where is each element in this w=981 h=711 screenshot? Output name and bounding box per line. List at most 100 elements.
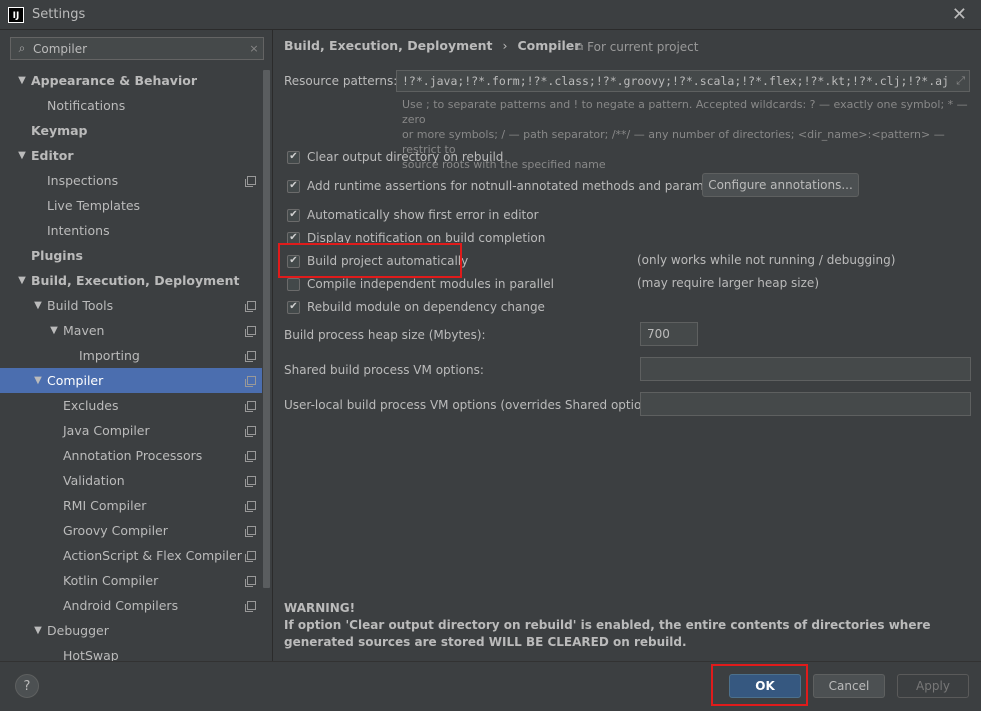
- tree-item-label: Inspections: [47, 173, 119, 188]
- tree-item[interactable]: Kotlin Compiler: [0, 568, 262, 593]
- expand-arrow-icon[interactable]: ▼: [16, 75, 28, 86]
- settings-search[interactable]: ⌕ ×: [10, 37, 264, 60]
- tree-item-label: Importing: [79, 348, 140, 363]
- compiler-settings-panel: Build, Execution, Deployment › Compiler …: [273, 30, 981, 661]
- tree-item[interactable]: Importing: [0, 343, 262, 368]
- expand-arrow-icon[interactable]: ▼: [32, 625, 44, 636]
- tree-item-label: Build, Execution, Deployment: [31, 273, 240, 288]
- add-assertions-checkbox[interactable]: ✔: [287, 179, 300, 193]
- tree-item[interactable]: Excludes: [0, 393, 262, 418]
- settings-tree: ▼ Appearance & Behavior Notifications Keyma…: [0, 68, 262, 661]
- compile-parallel-note: (may require larger heap size): [637, 276, 819, 290]
- expand-arrow-icon[interactable]: ▼: [16, 275, 28, 286]
- highlight-build-automatically: [278, 243, 462, 278]
- compile-parallel-checkbox[interactable]: [287, 277, 300, 291]
- tree-item[interactable]: ▼ Editor: [0, 143, 262, 168]
- add-assertions-option[interactable]: ✔ Add runtime assertions for notnull-ann…: [287, 177, 734, 195]
- close-icon[interactable]: ✕: [952, 4, 967, 25]
- tree-item[interactable]: Intentions: [0, 218, 262, 243]
- expand-arrow-icon[interactable]: ▼: [48, 325, 60, 336]
- sidebar-scrollbar-thumb[interactable]: [263, 70, 270, 588]
- help-button[interactable]: ?: [15, 674, 39, 698]
- project-settings-icon: [245, 351, 256, 362]
- dialog-button-bar: ? OK Cancel Apply: [0, 661, 981, 711]
- tree-item-label: Live Templates: [47, 198, 141, 213]
- clear-output-option[interactable]: ✔ Clear output directory on rebuild: [287, 148, 503, 166]
- search-input[interactable]: [33, 41, 245, 56]
- breadcrumb-parent[interactable]: Build, Execution, Deployment: [284, 38, 492, 53]
- tree-item-label: Excludes: [63, 398, 119, 413]
- expand-arrow-icon[interactable]: ▼: [32, 300, 44, 311]
- tree-item[interactable]: RMI Compiler: [0, 493, 262, 518]
- user-vm-options-field[interactable]: [640, 392, 971, 416]
- highlight-ok-button: [711, 664, 808, 706]
- tree-item[interactable]: HotSwap: [0, 643, 262, 661]
- tree-item-label: Editor: [31, 148, 74, 163]
- tree-item[interactable]: ▼ Build Tools: [0, 293, 262, 318]
- search-icon: ⌕: [18, 41, 26, 55]
- title-bar: IJ Settings ✕: [0, 0, 981, 30]
- tree-item[interactable]: ▼ Build, Execution, Deployment: [0, 268, 262, 293]
- clear-output-checkbox[interactable]: ✔: [287, 150, 300, 164]
- rebuild-dependency-option[interactable]: ✔ Rebuild module on dependency change: [287, 298, 545, 316]
- build-automatically-note: (only works while not running / debuggin…: [637, 253, 896, 267]
- show-first-error-option[interactable]: ✔ Automatically show first error in edit…: [287, 206, 539, 224]
- project-settings-icon: [245, 501, 256, 512]
- project-settings-icon: [245, 176, 256, 187]
- tree-item[interactable]: Validation: [0, 468, 262, 493]
- project-settings-icon: [245, 426, 256, 437]
- project-scope-icon: ⧉: [576, 41, 584, 53]
- resource-patterns-field[interactable]: !?*.java;!?*.form;!?*.class;!?*.groovy;!…: [396, 70, 970, 92]
- project-settings-icon: [245, 601, 256, 612]
- settings-sidebar: ⌕ × ▼Appearance & BehaviorNotifications K…: [0, 30, 273, 661]
- project-settings-icon: [245, 451, 256, 462]
- add-assertions-label: Add runtime assertions for notnull-annot…: [307, 179, 735, 193]
- tree-item[interactable]: ▼ Compiler: [0, 368, 262, 393]
- intellij-app-icon: IJ: [8, 6, 24, 23]
- tree-item[interactable]: ActionScript & Flex Compiler: [0, 543, 262, 568]
- user-vm-options-label: User-local build process VM options (ove…: [284, 398, 664, 412]
- apply-button[interactable]: Apply: [897, 674, 969, 698]
- tree-item-label: Annotation Processors: [63, 448, 203, 463]
- tree-item[interactable]: Keymap: [0, 118, 262, 143]
- tree-item-label: Maven: [63, 323, 105, 338]
- rebuild-dependency-label: Rebuild module on dependency change: [307, 300, 545, 314]
- shared-vm-options-field[interactable]: [640, 357, 971, 381]
- tree-item-label: Compiler: [47, 373, 104, 388]
- project-settings-icon: [245, 576, 256, 587]
- heap-size-field[interactable]: 700: [640, 322, 698, 346]
- tree-item[interactable]: Annotation Processors: [0, 443, 262, 468]
- project-settings-icon: [245, 401, 256, 412]
- tree-item-label: HotSwap: [63, 648, 119, 661]
- tree-item[interactable]: Notifications: [0, 93, 262, 118]
- tree-item[interactable]: Plugins: [0, 243, 262, 268]
- tree-item-label: RMI Compiler: [63, 498, 147, 513]
- tree-item[interactable]: Groovy Compiler: [0, 518, 262, 543]
- tree-item-label: Java Compiler: [63, 423, 150, 438]
- tree-item[interactable]: ▼ Debugger: [0, 618, 262, 643]
- expand-arrow-icon[interactable]: ▼: [32, 375, 44, 386]
- warning-block: WARNING! If option 'Clear output directo…: [284, 600, 974, 651]
- rebuild-dependency-checkbox[interactable]: ✔: [287, 300, 300, 314]
- project-settings-icon: [245, 476, 256, 487]
- configure-annotations-button[interactable]: Configure annotations...: [702, 173, 859, 197]
- tree-item[interactable]: Android Compilers: [0, 593, 262, 618]
- shared-vm-options-label: Shared build process VM options:: [284, 363, 484, 377]
- project-settings-icon: [245, 326, 256, 337]
- expand-arrow-icon[interactable]: ▼: [16, 150, 28, 161]
- tree-item[interactable]: ▼ Appearance & Behavior: [0, 68, 262, 93]
- show-first-error-label: Automatically show first error in editor: [307, 208, 539, 222]
- heap-size-label: Build process heap size (Mbytes):: [284, 328, 486, 342]
- cancel-button[interactable]: Cancel: [813, 674, 885, 698]
- tree-item[interactable]: Inspections: [0, 168, 262, 193]
- breadcrumb-current: Compiler: [517, 38, 581, 53]
- tree-item-label: Keymap: [31, 123, 88, 138]
- tree-item-label: Build Tools: [47, 298, 114, 313]
- show-first-error-checkbox[interactable]: ✔: [287, 208, 300, 222]
- expand-icon[interactable]: ⤢: [956, 74, 965, 88]
- tree-item[interactable]: Live Templates: [0, 193, 262, 218]
- tree-item[interactable]: ▼ Maven: [0, 318, 262, 343]
- project-settings-icon: [245, 551, 256, 562]
- clear-search-icon[interactable]: ×: [245, 42, 263, 55]
- tree-item[interactable]: Java Compiler: [0, 418, 262, 443]
